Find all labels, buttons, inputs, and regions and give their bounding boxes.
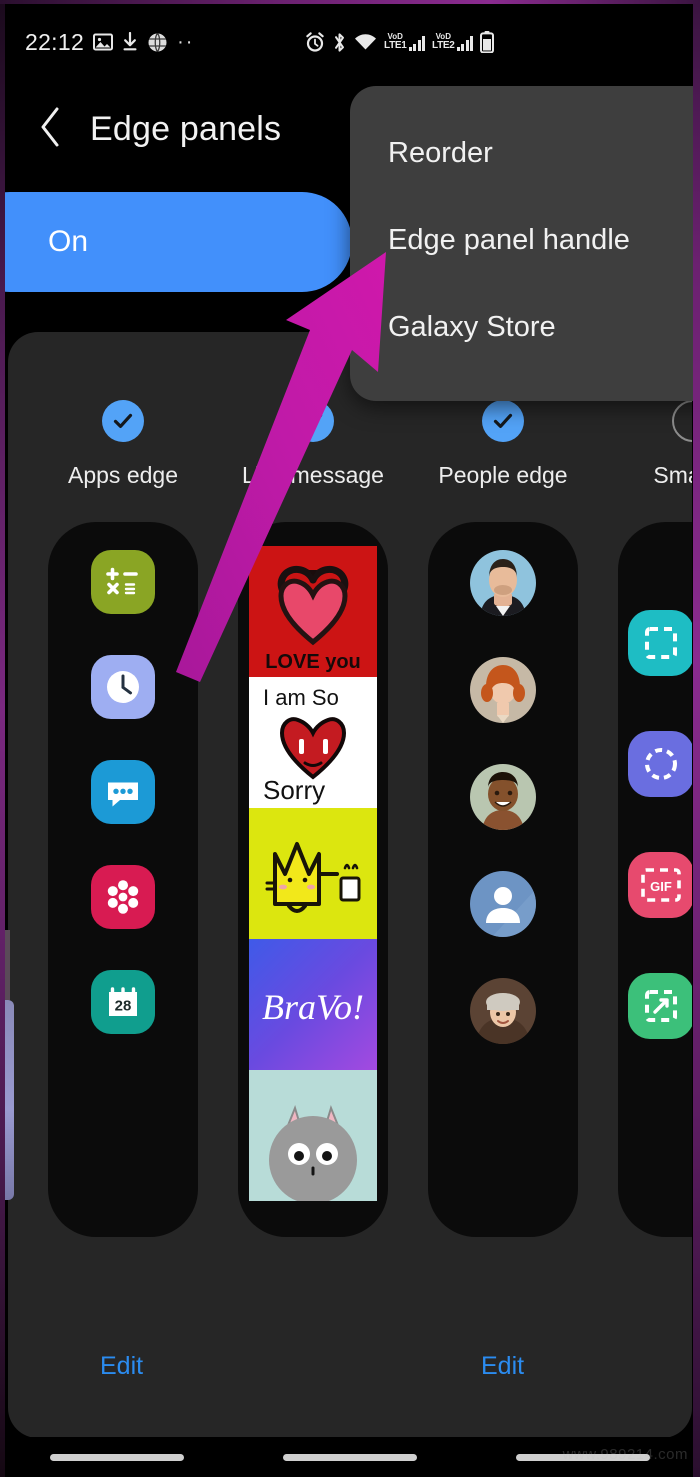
status-bar-left: 22:12 ·· — [25, 29, 194, 56]
contact-avatar-1 — [470, 550, 536, 616]
bluetooth-icon — [332, 32, 347, 53]
download-icon — [122, 32, 138, 52]
i-am-so-sorry-sticker: I am So Sorry — [249, 677, 377, 808]
panel-label-smart-select: Smart s — [653, 462, 692, 488]
menu-item-edge-panel-handle[interactable]: Edge panel handle — [350, 197, 700, 284]
clock-icon — [91, 655, 155, 719]
battery-icon — [480, 31, 495, 53]
menu-item-reorder[interactable]: Reorder — [350, 110, 700, 197]
panel-preview-people-edge[interactable] — [428, 522, 578, 1237]
recents-pill[interactable] — [49, 1453, 184, 1461]
panel-checkbox-smart-select[interactable] — [672, 400, 692, 442]
edge-panels-master-toggle[interactable]: On — [0, 192, 352, 292]
love-you-sticker: LOVE you — [249, 546, 377, 677]
panel-column-apps-edge[interactable]: Apps edge 28 — [28, 332, 218, 1237]
gif-capture-icon: GIF — [628, 852, 692, 918]
panel-preview-live-message[interactable]: LOVE you I am So Sorry BraVo! — [238, 522, 388, 1237]
image-icon — [93, 32, 114, 52]
bravo-sticker: BraVo! — [249, 939, 377, 1070]
frame-edge-right — [693, 0, 700, 1477]
panel-preview-apps-edge[interactable]: 28 — [48, 522, 198, 1237]
yellow-cat-sticker — [249, 808, 377, 939]
svg-text:28: 28 — [115, 998, 132, 1015]
panels-row: Apps edge 28 Live message LOVE you I am … — [8, 332, 692, 1237]
contact-avatar-3 — [470, 764, 536, 830]
watermark: www.989214.com — [562, 1446, 688, 1463]
status-bar: 22:12 ·· VoD LTE1 VoD LTE2 — [0, 0, 700, 84]
panel-preview-smart-select[interactable]: GIF — [618, 522, 692, 1237]
volte1-bottom-label: LTE1 — [384, 40, 407, 51]
home-pill[interactable] — [282, 1453, 417, 1461]
chevron-left-icon — [37, 105, 65, 154]
phone-screen: 22:12 ·· VoD LTE1 VoD LTE2 Edge panels O… — [0, 0, 700, 1477]
edit-button-apps-edge[interactable]: Edit — [100, 1352, 143, 1381]
panels-content-card: Apps edge 28 Live message LOVE you I am … — [8, 332, 692, 1438]
svg-text:Sorry: Sorry — [263, 775, 325, 805]
messages-icon — [91, 760, 155, 824]
contact-avatar-default — [470, 871, 536, 937]
panel-column-live-message[interactable]: Live message LOVE you I am So Sorry BraV… — [218, 332, 408, 1237]
svg-text:I am So: I am So — [263, 685, 339, 710]
svg-text:GIF: GIF — [650, 879, 672, 894]
menu-item-galaxy-store[interactable]: Galaxy Store — [350, 284, 700, 371]
volte2-signal-icon: VoD LTE2 — [432, 33, 474, 51]
more-dots-icon: ·· — [177, 31, 195, 53]
back-button[interactable] — [22, 100, 80, 158]
grey-cat-sticker — [249, 1070, 377, 1201]
contact-avatar-5 — [470, 978, 536, 1044]
panel-label-live-message: Live message — [242, 462, 384, 488]
frame-edge-left — [0, 0, 5, 1477]
calculator-icon — [91, 550, 155, 614]
svg-text:LOVE you: LOVE you — [265, 651, 361, 673]
frame-edge-top — [0, 0, 700, 4]
alarm-icon — [305, 31, 325, 53]
oval-select-icon — [628, 731, 692, 797]
globe-icon — [147, 32, 168, 53]
page-title: Edge panels — [90, 109, 282, 148]
svg-text:BraVo!: BraVo! — [262, 987, 364, 1027]
edit-button-people-edge[interactable]: Edit — [481, 1352, 524, 1381]
panel-column-partial — [8, 332, 28, 400]
status-clock: 22:12 — [25, 28, 85, 55]
overflow-menu: Reorder Edge panel handle Galaxy Store — [350, 86, 700, 401]
pin-to-screen-icon — [628, 973, 692, 1039]
panel-column-smart-select[interactable]: Smart s GIF — [598, 332, 692, 1237]
panel-checkbox-apps-edge[interactable] — [102, 400, 144, 442]
wifi-icon — [354, 33, 377, 52]
panel-label-people-edge: People edge — [438, 462, 568, 488]
status-bar-right: VoD LTE1 VoD LTE2 — [305, 31, 495, 53]
panel-checkbox-people-edge[interactable] — [482, 400, 524, 442]
panel-checkbox-live-message[interactable] — [292, 400, 334, 442]
gallery-flower-icon — [91, 865, 155, 929]
volte1-signal-icon: VoD LTE1 — [384, 33, 426, 51]
calendar-icon: 28 — [91, 970, 155, 1034]
volte2-bottom-label: LTE2 — [432, 40, 455, 51]
rectangle-select-icon — [628, 610, 692, 676]
panel-column-people-edge[interactable]: People edge — [408, 332, 598, 1237]
contact-avatar-2 — [470, 657, 536, 723]
toggle-label: On — [48, 225, 89, 258]
panel-label-apps-edge: Apps edge — [68, 462, 178, 488]
